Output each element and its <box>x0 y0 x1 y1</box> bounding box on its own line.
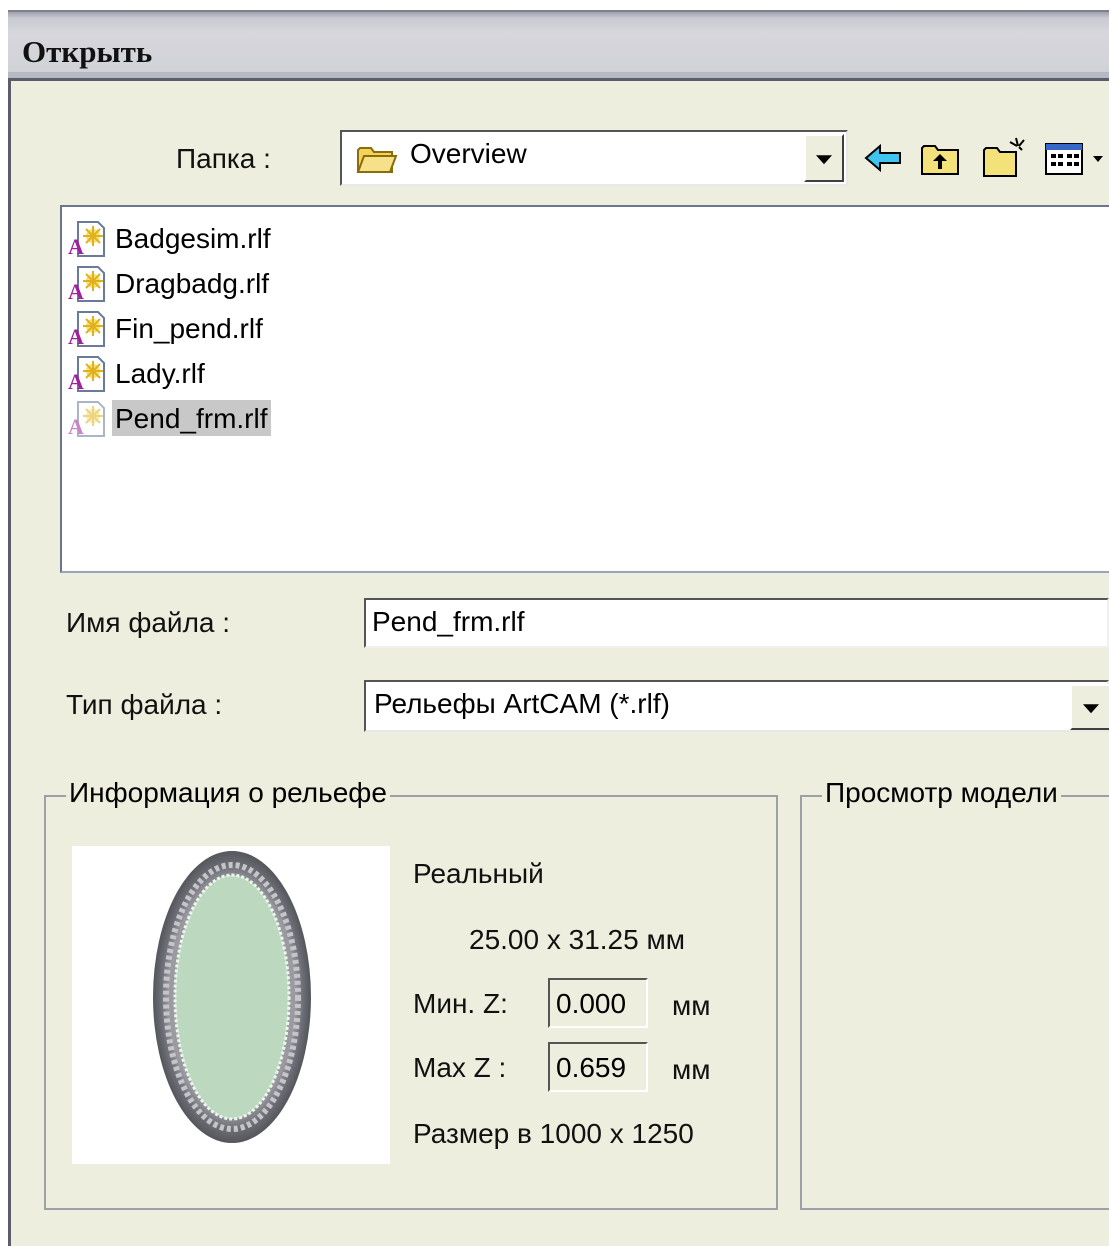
svg-text:A: A <box>68 414 84 438</box>
filetype-value: Рельефы ArtCAM (*.rlf) <box>374 688 670 719</box>
max-z-unit: мм <box>672 1054 711 1085</box>
artcam-relief-file-icon: A <box>68 310 106 349</box>
svg-text:A: A <box>68 279 84 303</box>
filetype-label: Тип файла : <box>66 689 223 720</box>
chevron-down-icon <box>1082 704 1099 714</box>
min-z-unit: мм <box>672 990 711 1021</box>
file-name: Lady.rlf <box>115 358 205 389</box>
view-menu-icon[interactable] <box>1044 136 1109 180</box>
filename-value: Pend_frm.rlf <box>372 606 525 637</box>
svg-text:A: A <box>68 324 84 348</box>
up-folder-icon[interactable] <box>918 136 962 180</box>
relief-dimensions: 25.00 x 31.25 мм <box>469 924 685 955</box>
max-z-label: Max Z : <box>413 1052 507 1083</box>
max-z-value: 0.659 <box>556 1052 627 1083</box>
min-z-label: Мин. Z: <box>413 988 508 1019</box>
relief-preview-image <box>72 846 390 1164</box>
model-preview-group: Просмотр модели <box>800 777 1109 1210</box>
file-list[interactable]: A Badgesim.rlf A Dragbadg.rlf A Fin_pend… <box>60 205 1109 573</box>
file-name: Pend_frm.rlf <box>112 400 271 436</box>
artcam-relief-file-icon: A <box>68 220 106 259</box>
relief-mode: Реальный <box>413 858 544 889</box>
filetype-dropdown-button[interactable] <box>1070 684 1109 730</box>
relief-info-legend: Информация о рельефе <box>66 777 390 809</box>
filetype-combo[interactable]: Рельефы ArtCAM (*.rlf) <box>364 680 1109 732</box>
artcam-relief-file-icon: A <box>68 355 106 394</box>
artcam-relief-file-icon: A <box>68 265 106 304</box>
window-title: Открыть <box>22 34 153 69</box>
filename-input[interactable]: Pend_frm.rlf <box>364 598 1109 648</box>
file-name: Fin_pend.rlf <box>115 313 263 344</box>
folder-dropdown-button[interactable] <box>804 134 844 182</box>
new-folder-icon[interactable] <box>980 134 1025 178</box>
folder-value: Overview <box>410 138 527 169</box>
file-name: Badgesim.rlf <box>115 223 271 254</box>
min-z-value: 0.000 <box>556 988 627 1019</box>
back-arrow-icon[interactable] <box>862 136 906 180</box>
max-z-field: 0.659 <box>548 1042 648 1092</box>
model-preview-legend: Просмотр модели <box>822 777 1061 809</box>
svg-text:A: A <box>68 369 84 393</box>
svg-text:A: A <box>68 234 84 258</box>
min-z-field: 0.000 <box>548 978 648 1028</box>
artcam-relief-file-icon: A <box>68 400 106 439</box>
relief-size: Размер в 1000 x 1250 <box>413 1118 694 1149</box>
folder-icon <box>356 142 398 181</box>
folder-combo[interactable]: Overview <box>340 130 848 186</box>
chevron-down-icon <box>816 155 832 165</box>
title-bar[interactable]: Открыть <box>8 10 1109 78</box>
folder-label: Папка : <box>176 143 271 174</box>
filename-label: Имя файла : <box>66 607 231 638</box>
file-name: Dragbadg.rlf <box>115 268 270 299</box>
